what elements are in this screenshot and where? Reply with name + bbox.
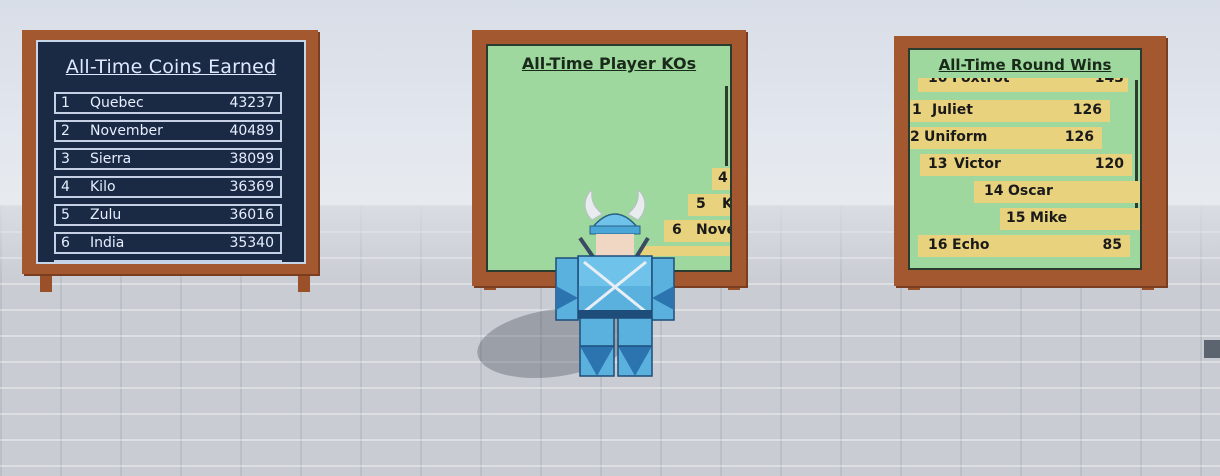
player-name: Kilo bbox=[90, 179, 116, 195]
score: 126 bbox=[1072, 102, 1102, 118]
wins-leaderboard-screen: All-Time Round Wins 10 Foxtrot 143 1 Jul… bbox=[908, 48, 1142, 270]
rank: 1 bbox=[61, 95, 70, 111]
rank: 5 bbox=[696, 196, 706, 212]
leaderboard-row: 1 Juliet 126 bbox=[910, 100, 1110, 122]
leaderboard-row: 2 Uniform 126 bbox=[910, 127, 1102, 149]
rank: 5 bbox=[61, 207, 70, 223]
edge-object bbox=[1204, 340, 1220, 358]
rank: 14 bbox=[984, 183, 1004, 199]
leaderboard-row: 14 Oscar bbox=[974, 181, 1140, 203]
player-name: Oscar bbox=[1008, 183, 1053, 199]
score: 38099 bbox=[229, 151, 274, 167]
coins-leaderboard: All-Time Coins Earned 1 Quebec 43237 2 N… bbox=[22, 30, 318, 274]
rank: 10 bbox=[928, 78, 948, 86]
leaderboard-row: 4 Kilo 36369 bbox=[54, 176, 282, 198]
coins-leaderboard-title: All-Time Coins Earned bbox=[65, 56, 277, 78]
player-name: K bbox=[722, 196, 732, 212]
rank: 4 bbox=[61, 179, 70, 195]
score: 40489 bbox=[229, 123, 274, 139]
leaderboard-row: 2 November 40489 bbox=[54, 120, 282, 142]
player-avatar[interactable] bbox=[540, 186, 690, 386]
score: 120 bbox=[1094, 156, 1124, 172]
leaderboard-row: 3 Sierra 38099 bbox=[54, 148, 282, 170]
player-name: Victor bbox=[954, 156, 1001, 172]
player-name: Quebec bbox=[90, 95, 144, 111]
player-name: Echo bbox=[952, 237, 990, 253]
rank: 15 bbox=[1006, 210, 1026, 226]
score: 35340 bbox=[229, 235, 274, 251]
player-name: Nove bbox=[696, 222, 732, 238]
rank: 4 bbox=[718, 170, 728, 186]
leaderboard-row: 13 Victor 120 bbox=[920, 154, 1132, 176]
wins-leaderboard-title: All-Time Round Wins bbox=[938, 56, 1112, 74]
player-name: Uniform bbox=[924, 129, 988, 145]
leaderboard-row-cut bbox=[54, 260, 282, 262]
score: 36016 bbox=[229, 207, 274, 223]
player-name: Sierra bbox=[90, 151, 132, 167]
player-name: Juliet bbox=[932, 102, 973, 118]
leaderboard-row: 15 Mike bbox=[1000, 208, 1140, 230]
leaderboard-row: 4 bbox=[712, 168, 730, 190]
player-name: November bbox=[90, 123, 163, 139]
coins-leaderboard-screen: All-Time Coins Earned 1 Quebec 43237 2 N… bbox=[36, 40, 306, 264]
rank: 2 bbox=[910, 129, 920, 145]
game-viewport[interactable]: All-Time Coins Earned 1 Quebec 43237 2 N… bbox=[0, 0, 1220, 476]
player-name: Zulu bbox=[90, 207, 122, 223]
player-name: Mike bbox=[1030, 210, 1068, 226]
score: 143 bbox=[1094, 78, 1124, 86]
score: 126 bbox=[1064, 129, 1094, 145]
player-name: Foxtrot bbox=[952, 78, 1010, 86]
rank: 2 bbox=[61, 123, 70, 139]
kos-leaderboard-title: All-Time Player KOs bbox=[521, 54, 697, 73]
score: 36369 bbox=[229, 179, 274, 195]
player-name: India bbox=[90, 235, 125, 251]
rank: 1 bbox=[912, 102, 922, 118]
leaderboard-row: 10 Foxtrot 143 bbox=[918, 78, 1128, 92]
rank: 13 bbox=[928, 156, 948, 172]
score: 85 bbox=[1102, 237, 1122, 253]
wins-leaderboard: All-Time Round Wins 10 Foxtrot 143 1 Jul… bbox=[894, 36, 1166, 286]
leaderboard-row: 5 Zulu 36016 bbox=[54, 204, 282, 226]
score: 43237 bbox=[229, 95, 274, 111]
leaderboard-row: 16 Echo 85 bbox=[918, 235, 1130, 257]
leaderboard-row: 5 K bbox=[688, 194, 732, 216]
rank: 16 bbox=[928, 237, 948, 253]
rank: 6 bbox=[61, 235, 70, 251]
rank: 3 bbox=[61, 151, 70, 167]
leaderboard-row: 6 India 35340 bbox=[54, 232, 282, 254]
scrollbar bbox=[725, 86, 728, 166]
leaderboard-row: 1 Quebec 43237 bbox=[54, 92, 282, 114]
avatar-figure bbox=[555, 188, 675, 377]
